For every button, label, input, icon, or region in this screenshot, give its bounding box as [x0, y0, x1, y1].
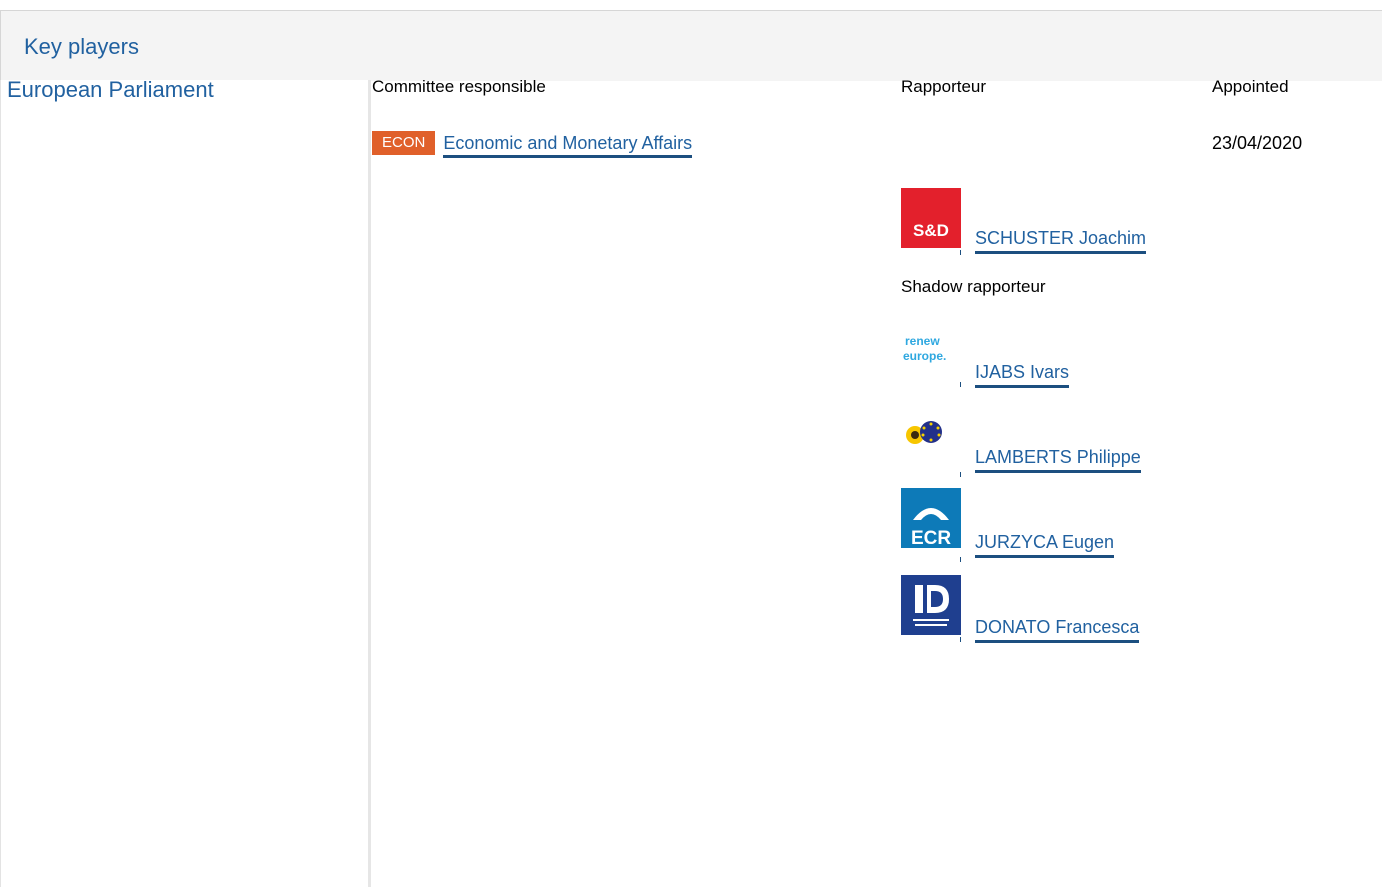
svg-text:europe.: europe.	[903, 349, 946, 363]
shadow-rapporteur-link[interactable]: DONATO Francesca	[975, 617, 1140, 643]
shadow-rapporteur-label: Shadow rapporteur	[901, 277, 1046, 296]
ecr-group-logo: ECR	[901, 488, 961, 548]
svg-text:S&D: S&D	[913, 221, 949, 240]
sd-group-logo: S&D	[901, 188, 961, 248]
logo-tick	[960, 250, 961, 255]
shadow-rapporteur-link[interactable]: IJABS Ivars	[975, 362, 1070, 388]
panel-header[interactable]: Key players	[0, 10, 1382, 81]
logo-tick	[960, 472, 961, 477]
shadow-rapporteur-link[interactable]: JURZYCA Eugen	[975, 532, 1115, 558]
rapporteur-link[interactable]: SCHUSTER Joachim	[975, 228, 1147, 254]
shadow-rapporteur-link[interactable]: LAMBERTS Philippe	[975, 447, 1141, 473]
institution-name: European Parliament	[7, 77, 214, 102]
committee-link[interactable]: Economic and Monetary Affairs	[443, 132, 693, 158]
appointed-date: 23/04/2020	[1212, 133, 1303, 153]
id-icon	[901, 575, 961, 635]
renew-europe-logo: renew europe.	[901, 320, 961, 380]
committee-badge: ECON	[372, 131, 436, 155]
logo-tick	[960, 637, 961, 642]
greens-efa-icon	[901, 415, 961, 475]
logo-tick	[960, 557, 961, 562]
logo-tick	[960, 382, 961, 387]
panel-title[interactable]: Key players	[24, 34, 139, 60]
svg-text:renew: renew	[905, 334, 940, 348]
header-appointed: Appointed	[1212, 77, 1289, 96]
committee-row: ECON Economic and Monetary Affairs	[372, 131, 693, 158]
header-committee: Committee responsible	[372, 77, 546, 96]
institution-column	[0, 80, 369, 887]
svg-text:ECR: ECR	[911, 528, 951, 548]
header-rapporteur: Rapporteur	[901, 77, 987, 96]
column-divider	[368, 80, 371, 887]
